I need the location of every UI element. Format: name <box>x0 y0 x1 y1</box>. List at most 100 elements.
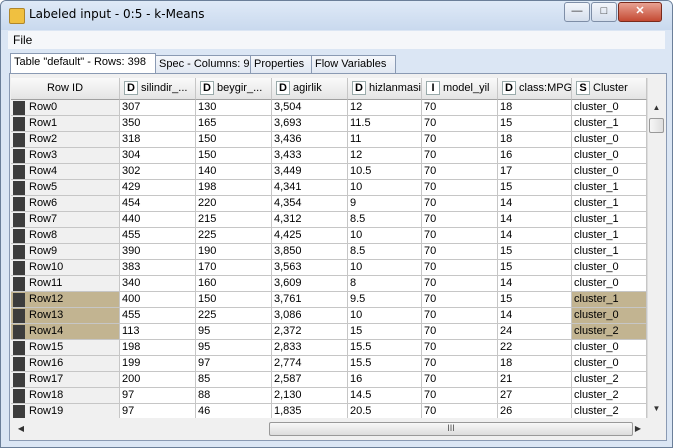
table-cell[interactable]: 3,563 <box>272 260 348 276</box>
table-cell[interactable]: 165 <box>196 116 272 132</box>
table-cell[interactable]: 10 <box>348 308 422 324</box>
vertical-scrollbar[interactable]: ▲ ▼ <box>647 78 665 418</box>
scroll-right-arrow-icon[interactable]: ▶ <box>631 421 645 436</box>
table-cell[interactable]: 350 <box>120 116 196 132</box>
row-id-cell[interactable]: Row7 <box>11 212 120 228</box>
table-row[interactable]: Row16 199 97 2,774 15.5 70 18 cluster_0 <box>11 356 647 372</box>
table-cell[interactable]: 15 <box>498 244 572 260</box>
table-cell[interactable]: 70 <box>422 164 498 180</box>
table-cell[interactable]: 21 <box>498 372 572 388</box>
table-cell[interactable]: cluster_1 <box>572 228 647 244</box>
table-cell[interactable]: 199 <box>120 356 196 372</box>
scroll-up-arrow-icon[interactable]: ▲ <box>649 100 664 115</box>
table-cell[interactable]: 70 <box>422 276 498 292</box>
table-cell[interactable]: 16 <box>348 372 422 388</box>
table-row[interactable]: Row13 455 225 3,086 10 70 14 cluster_0 <box>11 308 647 324</box>
table-cell[interactable]: 340 <box>120 276 196 292</box>
table-cell[interactable]: 4,341 <box>272 180 348 196</box>
table-cell[interactable]: 70 <box>422 292 498 308</box>
table-row[interactable]: Row3 304 150 3,433 12 70 16 cluster_0 <box>11 148 647 164</box>
table-cell[interactable]: 26 <box>498 404 572 418</box>
table-cell[interactable]: 9 <box>348 196 422 212</box>
row-id-cell[interactable]: Row8 <box>11 228 120 244</box>
table-cell[interactable]: 2,130 <box>272 388 348 404</box>
table-cell[interactable]: 3,433 <box>272 148 348 164</box>
table-cell[interactable]: 97 <box>120 388 196 404</box>
table-cell[interactable]: cluster_1 <box>572 292 647 308</box>
row-id-cell[interactable]: Row10 <box>11 260 120 276</box>
table-cell[interactable]: 2,833 <box>272 340 348 356</box>
table-cell[interactable]: 400 <box>120 292 196 308</box>
minimize-button[interactable]: — <box>564 2 590 22</box>
table-cell[interactable]: 15.5 <box>348 356 422 372</box>
row-id-cell[interactable]: Row3 <box>11 148 120 164</box>
table-cell[interactable]: 307 <box>120 100 196 116</box>
table-cell[interactable]: 2,774 <box>272 356 348 372</box>
table-cell[interactable]: 2,372 <box>272 324 348 340</box>
table-cell[interactable]: 383 <box>120 260 196 276</box>
table-row[interactable]: Row1 350 165 3,693 11.5 70 15 cluster_1 <box>11 116 647 132</box>
table-cell[interactable]: 150 <box>196 292 272 308</box>
table-cell[interactable]: cluster_2 <box>572 388 647 404</box>
table-row[interactable]: Row15 198 95 2,833 15.5 70 22 cluster_0 <box>11 340 647 356</box>
table-cell[interactable]: 70 <box>422 212 498 228</box>
table-row[interactable]: Row6 454 220 4,354 9 70 14 cluster_1 <box>11 196 647 212</box>
table-cell[interactable]: 455 <box>120 228 196 244</box>
table-row[interactable]: Row17 200 85 2,587 16 70 21 cluster_2 <box>11 372 647 388</box>
table-cell[interactable]: 318 <box>120 132 196 148</box>
table-cell[interactable]: 15 <box>348 324 422 340</box>
table-cell[interactable]: 15.5 <box>348 340 422 356</box>
table-cell[interactable]: 9.5 <box>348 292 422 308</box>
table-cell[interactable]: cluster_0 <box>572 260 647 276</box>
table-cell[interactable]: 3,449 <box>272 164 348 180</box>
column-header-cluster[interactable]: S Cluster <box>572 78 647 100</box>
table-cell[interactable]: 14 <box>498 276 572 292</box>
row-id-cell[interactable]: Row19 <box>11 404 120 418</box>
table-cell[interactable]: 4,425 <box>272 228 348 244</box>
table-cell[interactable]: 88 <box>196 388 272 404</box>
row-id-cell[interactable]: Row16 <box>11 356 120 372</box>
table-cell[interactable]: 70 <box>422 244 498 260</box>
tab-flow-variables[interactable]: Flow Variables <box>311 55 396 73</box>
table-cell[interactable]: 390 <box>120 244 196 260</box>
table-cell[interactable]: 440 <box>120 212 196 228</box>
table-cell[interactable]: cluster_1 <box>572 212 647 228</box>
table-cell[interactable]: cluster_0 <box>572 356 647 372</box>
table-cell[interactable]: 10 <box>348 228 422 244</box>
table-row[interactable]: Row11 340 160 3,609 8 70 14 cluster_0 <box>11 276 647 292</box>
column-header-row-id[interactable]: Row ID <box>11 78 120 100</box>
table-cell[interactable]: 4,354 <box>272 196 348 212</box>
table-cell[interactable]: 215 <box>196 212 272 228</box>
table-cell[interactable]: 16 <box>498 148 572 164</box>
table-cell[interactable]: 113 <box>120 324 196 340</box>
table-cell[interactable]: 22 <box>498 340 572 356</box>
table-cell[interactable]: 17 <box>498 164 572 180</box>
table-cell[interactable]: 20.5 <box>348 404 422 418</box>
table-row[interactable]: Row4 302 140 3,449 10.5 70 17 cluster_0 <box>11 164 647 180</box>
table-cell[interactable]: 70 <box>422 228 498 244</box>
close-button[interactable]: ✕ <box>618 2 662 22</box>
table-cell[interactable]: cluster_2 <box>572 404 647 418</box>
row-id-cell[interactable]: Row2 <box>11 132 120 148</box>
table-cell[interactable]: cluster_1 <box>572 244 647 260</box>
table-cell[interactable]: 70 <box>422 404 498 418</box>
table-cell[interactable]: 140 <box>196 164 272 180</box>
table-cell[interactable]: 429 <box>120 180 196 196</box>
table-cell[interactable]: 10 <box>348 180 422 196</box>
table-row[interactable]: Row14 113 95 2,372 15 70 24 cluster_2 <box>11 324 647 340</box>
table-cell[interactable]: 150 <box>196 132 272 148</box>
table-cell[interactable]: 97 <box>196 356 272 372</box>
table-cell[interactable]: 160 <box>196 276 272 292</box>
table-cell[interactable]: cluster_1 <box>572 180 647 196</box>
table-cell[interactable]: 3,504 <box>272 100 348 116</box>
data-table[interactable]: Row ID Dsilindir_... Dbeygir_... Dagirlik Dh… <box>11 78 647 418</box>
row-id-cell[interactable]: Row5 <box>11 180 120 196</box>
table-cell[interactable]: 46 <box>196 404 272 418</box>
table-cell[interactable]: cluster_2 <box>572 324 647 340</box>
table-cell[interactable]: 85 <box>196 372 272 388</box>
table-cell[interactable]: 304 <box>120 148 196 164</box>
table-cell[interactable]: 302 <box>120 164 196 180</box>
table-cell[interactable]: 14 <box>498 308 572 324</box>
table-cell[interactable]: 70 <box>422 116 498 132</box>
table-row[interactable]: Row2 318 150 3,436 11 70 18 cluster_0 <box>11 132 647 148</box>
